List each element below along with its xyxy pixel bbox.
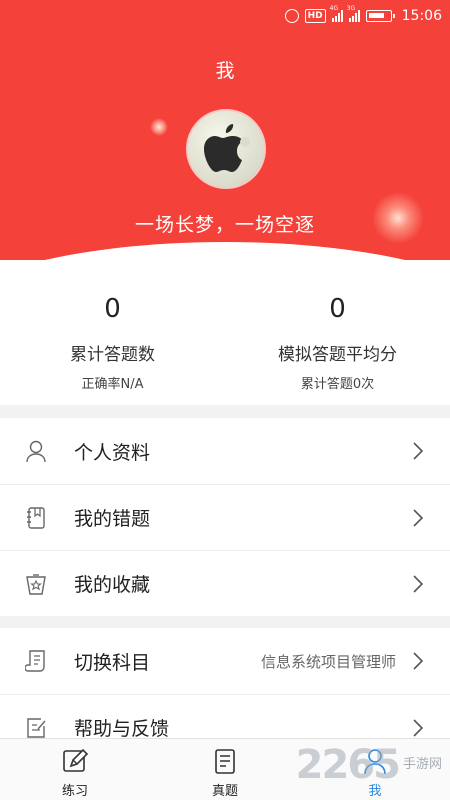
alarm-icon xyxy=(284,9,299,23)
watermark-text: 手游网 xyxy=(402,757,442,772)
signal-icon: 4G xyxy=(330,5,343,22)
avatar[interactable] xyxy=(186,109,266,189)
watermark-number: 2265 xyxy=(295,742,401,788)
notebook-icon xyxy=(24,506,48,530)
chevron-right-icon xyxy=(408,508,428,528)
tab-practice[interactable]: 练习 xyxy=(0,739,150,800)
menu-label: 我的错题 xyxy=(74,508,151,530)
chevron-right-icon xyxy=(408,574,428,594)
chevron-right-icon xyxy=(408,441,428,461)
stat-sub: 累计答题0次 xyxy=(300,377,375,392)
decorative-glow xyxy=(150,118,168,136)
stat-label: 模拟答题平均分 xyxy=(278,345,397,365)
page-title: 我 xyxy=(215,60,235,82)
menu-group-account: 个人资料 我的错题 我的收藏 xyxy=(0,418,450,616)
stat-label: 累计答题数 xyxy=(70,345,155,365)
tab-label: 练习 xyxy=(61,784,88,799)
tab-label: 真题 xyxy=(211,784,238,799)
battery-icon xyxy=(365,10,395,22)
stat-value: 0 xyxy=(104,294,121,324)
menu-label: 我的收藏 xyxy=(74,574,151,596)
stat-answer-count: 0 累计答题数 正确率N/A xyxy=(0,260,225,405)
menu-label: 个人资料 xyxy=(74,441,151,464)
pencil-icon xyxy=(60,746,90,776)
star-icon xyxy=(24,572,48,596)
apple-logo-icon xyxy=(204,124,250,172)
menu-label: 帮助与反馈 xyxy=(74,718,170,740)
scroll-icon xyxy=(24,649,48,673)
menu-label: 切换科目 xyxy=(74,651,151,674)
stats-panel: 0 累计答题数 正确率N/A 0 模拟答题平均分 累计答题0次 xyxy=(0,260,450,405)
chevron-right-icon xyxy=(408,651,428,671)
network-type-label: 4G xyxy=(329,5,339,12)
current-subject: 信息系统项目管理师 xyxy=(260,652,396,671)
hd-badge: HD xyxy=(304,9,326,23)
stat-value: 0 xyxy=(329,294,346,324)
network-type-label: 3G xyxy=(346,5,356,12)
user-motto: 一场长梦，一场空逐 xyxy=(134,214,315,236)
watermark: 2265 手游网 xyxy=(296,742,442,788)
menu-item-favorites[interactable]: 我的收藏 xyxy=(0,550,450,616)
stat-sub: 正确率N/A xyxy=(81,377,144,392)
menu-item-switch-subject[interactable]: 切换科目 信息系统项目管理师 xyxy=(0,628,450,694)
status-bar: HD 4G 3G 15:06 xyxy=(0,0,450,32)
edit-icon xyxy=(24,716,48,740)
chevron-right-icon xyxy=(408,718,428,738)
stat-average-score: 0 模拟答题平均分 累计答题0次 xyxy=(225,260,450,405)
user-icon xyxy=(24,439,48,463)
document-icon xyxy=(210,746,240,776)
tab-past-papers[interactable]: 真题 xyxy=(150,739,300,800)
menu-item-profile[interactable]: 个人资料 xyxy=(0,418,450,484)
signal-icon: 3G xyxy=(347,5,360,22)
status-time: 15:06 xyxy=(401,8,442,24)
menu-item-wrong-questions[interactable]: 我的错题 xyxy=(0,484,450,550)
